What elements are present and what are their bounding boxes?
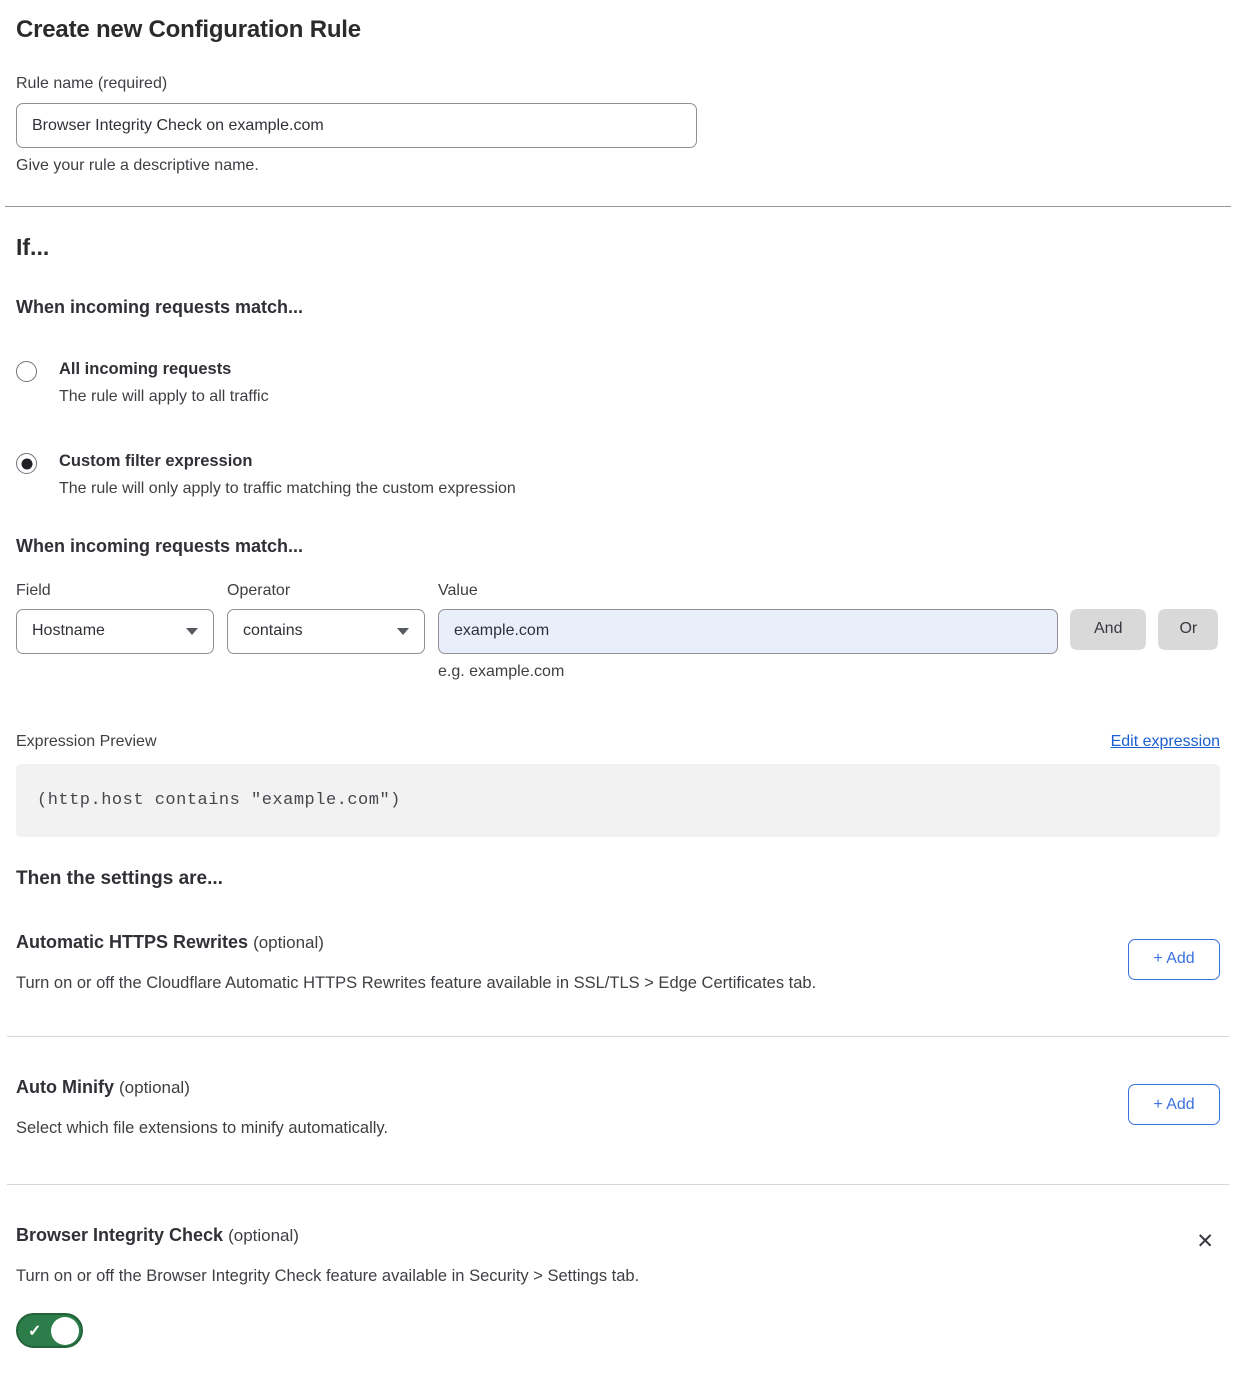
check-icon: ✓ bbox=[28, 1321, 41, 1341]
setting-description: Select which file extensions to minify a… bbox=[16, 1118, 388, 1139]
expression-preview-header: Expression Preview Edit expression bbox=[16, 733, 1220, 751]
radio-label: All incoming requests bbox=[59, 359, 269, 380]
rule-name-group: Rule name (required) Give your rule a de… bbox=[16, 75, 1220, 175]
page-title: Create new Configuration Rule bbox=[16, 16, 1220, 44]
field-label: Field bbox=[16, 582, 214, 600]
match-heading: When incoming requests match... bbox=[16, 297, 1220, 318]
setting-description: Turn on or off the Cloudflare Automatic … bbox=[16, 973, 816, 994]
radio-label: Custom filter expression bbox=[59, 451, 516, 472]
browser-integrity-check-toggle[interactable]: ✓ bbox=[16, 1313, 83, 1348]
setting-title: Automatic HTTPS Rewrites (optional) bbox=[16, 932, 816, 953]
setting-row-automatic-https-rewrites: Automatic HTTPS Rewrites (optional) Turn… bbox=[16, 932, 1220, 1036]
chevron-down-icon bbox=[397, 628, 409, 635]
radio-description: The rule will only apply to traffic matc… bbox=[59, 479, 516, 500]
section-divider bbox=[5, 206, 1231, 207]
if-heading: If... bbox=[16, 234, 1220, 261]
add-automatic-https-rewrites-button[interactable]: + Add bbox=[1128, 939, 1220, 980]
optional-tag: (optional) bbox=[253, 933, 324, 952]
match-options: All incoming requests The rule will appl… bbox=[16, 359, 1220, 500]
expression-builder-row: Field Hostname Operator contains Value e… bbox=[16, 582, 1220, 681]
radio-option-custom-filter-expression[interactable]: Custom filter expression The rule will o… bbox=[16, 451, 1220, 499]
rule-name-helper: Give your rule a descriptive name. bbox=[16, 157, 1220, 175]
radio-option-all-incoming-requests[interactable]: All incoming requests The rule will appl… bbox=[16, 359, 1220, 407]
rule-name-label: Rule name (required) bbox=[16, 75, 1220, 93]
setting-divider bbox=[7, 1036, 1229, 1037]
expression-code: (http.host contains "example.com") bbox=[37, 791, 401, 810]
value-input[interactable] bbox=[438, 609, 1058, 654]
setting-row-auto-minify: Auto Minify (optional) Select which file… bbox=[16, 1077, 1220, 1183]
expression-preview-box: (http.host contains "example.com") bbox=[16, 764, 1220, 837]
chevron-down-icon bbox=[186, 628, 198, 635]
setting-title: Auto Minify (optional) bbox=[16, 1077, 388, 1098]
toggle-knob[interactable] bbox=[51, 1317, 79, 1345]
rule-name-input[interactable] bbox=[16, 103, 697, 148]
and-button[interactable]: And bbox=[1070, 609, 1146, 650]
setting-title: Browser Integrity Check (optional) bbox=[16, 1225, 639, 1246]
operator-selected-value: contains bbox=[243, 622, 303, 640]
setting-divider bbox=[7, 1184, 1229, 1185]
optional-tag: (optional) bbox=[119, 1078, 190, 1097]
radio-description: The rule will apply to all traffic bbox=[59, 387, 269, 408]
setting-description: Turn on or off the Browser Integrity Che… bbox=[16, 1266, 639, 1287]
optional-tag: (optional) bbox=[228, 1226, 299, 1245]
or-button[interactable]: Or bbox=[1158, 609, 1218, 650]
operator-label: Operator bbox=[227, 582, 425, 600]
expression-preview-label: Expression Preview bbox=[16, 733, 157, 751]
expression-builder-heading: When incoming requests match... bbox=[16, 536, 1220, 557]
radio-checked-icon[interactable] bbox=[16, 453, 37, 474]
value-label: Value bbox=[438, 582, 1058, 600]
then-heading: Then the settings are... bbox=[16, 868, 1220, 890]
radio-unchecked-icon[interactable] bbox=[16, 361, 37, 382]
field-selected-value: Hostname bbox=[32, 622, 105, 640]
add-auto-minify-button[interactable]: + Add bbox=[1128, 1084, 1220, 1125]
operator-select[interactable]: contains bbox=[227, 609, 425, 654]
field-select[interactable]: Hostname bbox=[16, 609, 214, 654]
setting-row-browser-integrity-check: Browser Integrity Check (optional) Turn … bbox=[16, 1225, 1220, 1348]
edit-expression-link[interactable]: Edit expression bbox=[1111, 733, 1220, 751]
close-icon[interactable]: ✕ bbox=[1190, 1227, 1220, 1256]
value-helper: e.g. example.com bbox=[438, 663, 1058, 681]
create-configuration-rule-form: Create new Configuration Rule Rule name … bbox=[0, 0, 1237, 1388]
